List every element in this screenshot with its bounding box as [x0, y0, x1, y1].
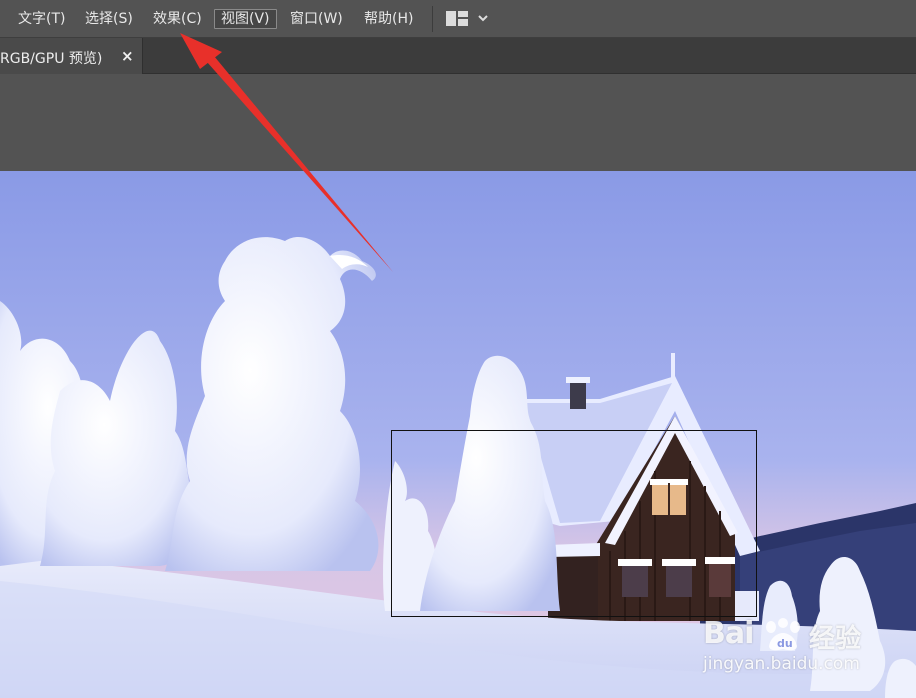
selection-rectangle[interactable] — [391, 430, 757, 617]
menu-item-window[interactable]: 窗口(W) — [290, 10, 343, 28]
menu-bar: 文字(T) 选择(S) 效果(C) 视图(V) 窗口(W) 帮助(H) — [0, 0, 916, 38]
menu-item-effect[interactable]: 效果(C) — [153, 10, 202, 28]
document-tab-bar: RGB/GPU 预览) × — [0, 38, 916, 74]
document-tab[interactable]: RGB/GPU 预览) × — [0, 38, 143, 74]
close-icon[interactable]: × — [121, 47, 134, 65]
menu-item-select[interactable]: 选择(S) — [85, 10, 133, 28]
pasteboard — [0, 74, 916, 171]
menu-item-type[interactable]: 文字(T) — [18, 10, 65, 28]
watermark-jingyan: 经验 — [809, 624, 862, 654]
svg-text:du: du — [777, 637, 793, 650]
baidu-jingyan-watermark: Bai du 经验 jingyan.baidu.com — [703, 616, 903, 678]
menu-separator — [432, 6, 433, 32]
document-tab-title: RGB/GPU 预览) — [0, 51, 103, 67]
menu-item-help[interactable]: 帮助(H) — [364, 10, 413, 28]
baidu-paw-icon: du — [766, 618, 800, 651]
grid-layout-icon — [446, 11, 468, 26]
watermark-url: jingyan.baidu.com — [703, 654, 860, 674]
menu-item-view[interactable]: 视图(V) — [214, 9, 277, 29]
workspace-switcher-button[interactable] — [446, 9, 492, 29]
chevron-down-icon — [478, 15, 488, 22]
watermark-brand: Bai — [703, 616, 754, 651]
